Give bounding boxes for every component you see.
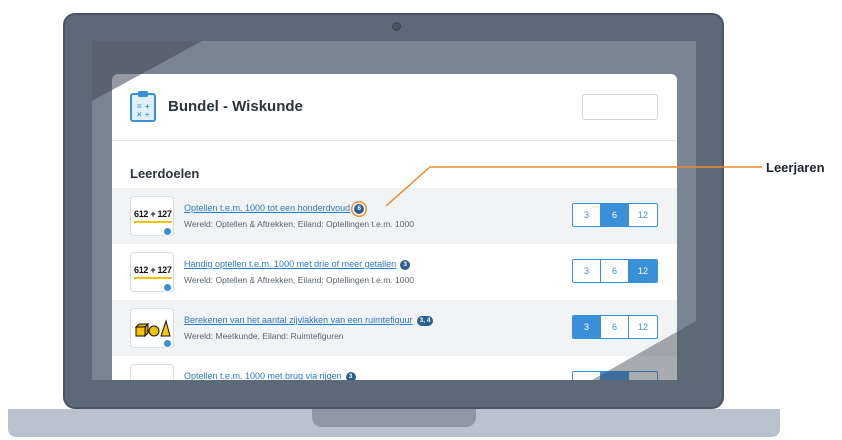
thumbnail-badge-icon [163,227,172,236]
thumbnail-badge-icon [163,339,172,348]
goal-title-link[interactable]: Berekenen van het aantal zijvlakken van … [184,315,434,326]
year-option-12[interactable] [629,372,657,380]
year-badge: 3, 4 [416,315,434,326]
year-selector: 3 6 12 [572,259,658,283]
thumbnail-text: 612 + 127 [134,209,172,219]
year-option-3[interactable]: 3 [573,204,601,226]
geometric-shapes-icon [135,319,171,338]
camera-icon [392,22,401,31]
thumbnail-badge-icon [163,283,172,292]
thumbnail-text: 612 + 127 [134,265,172,275]
goal-row: 612 + 127 Handig optellen t.e.m. 1000 me… [112,244,677,300]
year-badge: 3 [400,259,411,270]
goal-title-text[interactable]: Optellen t.e.m. 1000 tot een honderdvoud [184,203,350,213]
goal-title-text[interactable]: Handig optellen t.e.m. 1000 met drie of … [184,259,396,269]
year-selector: 3 6 12 [572,315,658,339]
svg-text:÷: ÷ [145,110,150,119]
year-option-6[interactable]: 6 [601,204,629,226]
goal-thumbnail: 612 + 127 [130,252,174,292]
year-selector: 3 6 12 [572,203,658,227]
year-option-3[interactable] [573,372,601,380]
callout-label: Leerjaren [766,160,825,175]
goal-row: Optellen t.e.m. 1000 met brug via rijgen… [112,356,677,380]
goal-row: Berekenen van het aantal zijvlakken van … [112,300,677,356]
year-badge: 6 [354,203,365,214]
year-option-6[interactable] [601,372,629,380]
goal-title-link[interactable]: Optellen t.e.m. 1000 tot een honderdvoud… [184,203,365,214]
year-option-3[interactable]: 3 [573,316,601,338]
goal-list: 612 + 127 Optellen t.e.m. 1000 tot een h… [112,188,677,380]
year-option-12[interactable]: 12 [629,204,657,226]
year-selector [572,371,658,380]
goal-thumbnail: 612 + 127 [130,196,174,236]
goal-subtitle: Wereld: Meetkunde, Eiland: Ruimtefiguren [184,331,344,341]
goal-title-link[interactable]: Optellen t.e.m. 1000 met brug via rijgen… [184,371,356,380]
year-option-12[interactable]: 12 [629,316,657,338]
goal-title-text[interactable]: Optellen t.e.m. 1000 met brug via rijgen [184,371,342,380]
clipboard-math-icon: = + × ÷ [130,91,156,122]
goal-thumbnail [130,308,174,348]
goal-title-link[interactable]: Handig optellen t.e.m. 1000 met drie of … [184,259,411,270]
goal-title-text[interactable]: Berekenen van het aantal zijvlakken van … [184,315,413,325]
card-header: = + × ÷ Bundel - Wiskunde [112,74,677,141]
laptop-screen: = + × ÷ Bundel - Wiskunde Leerdoelen 612… [92,41,696,380]
bundle-card: = + × ÷ Bundel - Wiskunde Leerdoelen 612… [112,74,677,380]
year-option-3[interactable]: 3 [573,260,601,282]
laptop-notch [312,409,476,427]
goal-row: 612 + 127 Optellen t.e.m. 1000 tot een h… [112,188,677,244]
year-option-12[interactable]: 12 [629,260,657,282]
goal-subtitle: Wereld: Optellen & Aftrekken, Eiland: Op… [184,219,414,229]
section-title: Leerdoelen [130,166,200,181]
svg-text:×: × [137,110,142,119]
year-option-6[interactable]: 6 [601,260,629,282]
year-option-6[interactable]: 6 [601,316,629,338]
year-badge: 3 [345,371,356,380]
goal-thumbnail [130,364,174,380]
goal-subtitle: Wereld: Optellen & Aftrekken, Eiland: Op… [184,275,414,285]
page-title: Bundel - Wiskunde [168,98,303,115]
search-input[interactable] [582,94,658,120]
thumbnail-underline [134,277,172,279]
thumbnail-underline [134,221,172,223]
